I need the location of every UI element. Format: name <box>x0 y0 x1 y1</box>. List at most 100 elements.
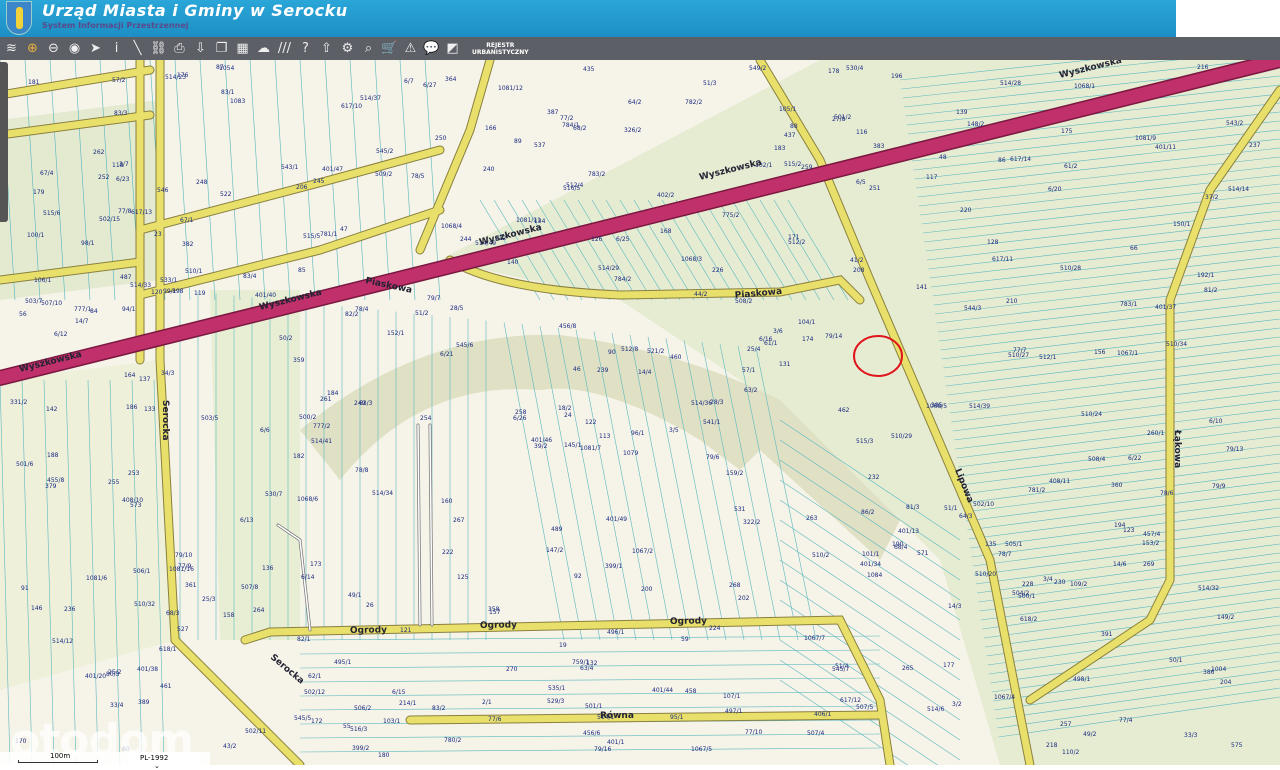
parcel-label[interactable]: 783/1 <box>1120 301 1137 308</box>
parcel-label[interactable]: 141 <box>916 284 928 291</box>
parcel-label[interactable]: 506/2 <box>354 705 371 712</box>
parcel-label[interactable]: 401/20 <box>85 673 106 680</box>
info-icon[interactable]: i <box>107 39 126 58</box>
parcel-label[interactable]: 401/44 <box>652 687 673 694</box>
parcel-label[interactable]: 1067/5 <box>691 746 712 753</box>
parcel-label[interactable]: 216 <box>1197 64 1209 71</box>
parcel-label[interactable]: 230 <box>1054 579 1066 586</box>
parcel-label[interactable]: 541/1 <box>703 419 720 426</box>
parcel-label[interactable]: 269 <box>1143 561 1155 568</box>
parcel-label[interactable]: 460 <box>670 354 682 361</box>
parcel-label[interactable]: 364 <box>445 76 457 83</box>
parcel-label[interactable]: 79/7 <box>427 295 441 302</box>
parcel-label[interactable]: 152/1 <box>387 330 404 337</box>
map-canvas[interactable]: 1079232425/225/42627/828/3108333/334/337… <box>0 60 1280 765</box>
parcel-label[interactable]: 204 <box>1220 679 1232 686</box>
parcel-label[interactable]: 218 <box>1046 742 1058 749</box>
parcel-label[interactable]: 510/27 <box>1008 352 1029 359</box>
parcel-label[interactable]: 456/6 <box>583 730 600 737</box>
parcel-label[interactable]: 435 <box>583 66 595 73</box>
parcel-label[interactable]: 6/12 <box>54 331 68 338</box>
parcel-label[interactable]: 149/2 <box>1217 614 1234 621</box>
parcel-label[interactable]: 24 <box>564 412 572 419</box>
parcel-label[interactable]: 248 <box>196 179 208 186</box>
parcel-label[interactable]: 780/2 <box>444 737 461 744</box>
parcel-label[interactable]: 186 <box>126 404 138 411</box>
parcel-label[interactable]: 510/34 <box>1166 341 1187 348</box>
parcel-label[interactable]: 39/2 <box>534 443 548 450</box>
parcel-label[interactable]: 250 <box>435 135 447 142</box>
parcel-label[interactable]: 545/5 <box>294 715 311 722</box>
settings-icon[interactable]: ⚙ <box>338 39 357 58</box>
parcel-label[interactable]: 34/3 <box>161 370 175 377</box>
parcel-label[interactable]: 389 <box>138 699 150 706</box>
parcel-label[interactable]: 104/1 <box>798 319 815 326</box>
copy-icon[interactable]: ❐ <box>212 39 231 58</box>
parcel-label[interactable]: 402/2 <box>657 192 674 199</box>
parcel-label[interactable]: 510/2 <box>812 552 829 559</box>
parcel-label[interactable]: 514/6 <box>927 706 944 713</box>
parcel-label[interactable]: 83/4 <box>243 273 257 280</box>
upload-icon[interactable]: ⇧ <box>317 39 336 58</box>
parcel-label[interactable]: 116 <box>856 129 868 136</box>
parcel-label[interactable]: 497/1 <box>725 708 742 715</box>
parcel-label[interactable]: 43/2 <box>223 743 237 750</box>
parcel-label[interactable]: 177 <box>943 662 955 669</box>
parcel-label[interactable]: 226 <box>712 267 724 274</box>
chat-icon[interactable]: 💬 <box>422 39 441 58</box>
parcel-label[interactable]: 182 <box>293 453 305 460</box>
parcel-label[interactable]: 28/5 <box>450 305 464 312</box>
parcel-label[interactable]: 515/2 <box>784 161 801 168</box>
parcel-label[interactable]: 331/2 <box>10 399 27 406</box>
parcel-label[interactable]: 262 <box>93 149 105 156</box>
parcel-label[interactable]: 6/14 <box>301 574 315 581</box>
parcel-label[interactable]: 507/8 <box>241 584 258 591</box>
parcel-label[interactable]: 56 <box>19 311 27 318</box>
parcel-label[interactable]: 261 <box>320 396 332 403</box>
parcel-label[interactable]: 385 <box>931 402 943 409</box>
parcel-label[interactable]: 96/1 <box>631 430 645 437</box>
parcel-label[interactable]: 401/11 <box>1155 144 1176 151</box>
parcel-label[interactable]: 140 <box>507 259 519 266</box>
parcel-label[interactable]: 575 <box>1231 742 1243 749</box>
parcel-label[interactable]: 78/8 <box>355 467 369 474</box>
parcel-label[interactable]: 253 <box>128 470 140 477</box>
parcel-label[interactable]: 89 <box>514 138 522 145</box>
search-icon[interactable]: ⌕ <box>359 39 378 58</box>
parcel-label[interactable]: 6/5 <box>856 179 866 186</box>
parcel-label[interactable]: 512/8 <box>621 346 638 353</box>
parcel-label[interactable]: 79/14 <box>825 333 842 340</box>
parcel-label[interactable]: 46 <box>573 366 581 373</box>
parcel-label[interactable]: 6/21 <box>440 351 454 358</box>
parcel-label[interactable]: 514/23 <box>165 74 186 81</box>
urban-register-button[interactable]: REJESTRURBANISTYCZNY <box>472 42 529 56</box>
parcel-label[interactable]: 514/37 <box>360 95 381 102</box>
parcel-label[interactable]: 386 <box>1203 669 1215 676</box>
parcel-label[interactable]: 178 <box>828 68 840 75</box>
parcel-label[interactable]: 26 <box>366 602 374 609</box>
parcel-label[interactable]: 2/1 <box>482 699 492 706</box>
parcel-label[interactable]: 106/1 <box>34 277 51 284</box>
parcel-label[interactable]: 81/2 <box>1204 287 1218 294</box>
layout-icon[interactable]: ▦ <box>233 39 252 58</box>
parcel-label[interactable]: 19 <box>559 642 567 649</box>
parcel-label[interactable]: 514/32 <box>1198 585 1219 592</box>
parcel-label[interactable]: 63/2 <box>744 387 758 394</box>
parcel-label[interactable]: 228 <box>1022 581 1034 588</box>
parcel-label[interactable]: 326/2 <box>624 127 641 134</box>
parcel-label[interactable]: 571 <box>917 550 929 557</box>
parcel-label[interactable]: 500/2 <box>299 414 316 421</box>
parcel-label[interactable]: 496/1 <box>607 629 624 636</box>
parcel-label[interactable]: 6/10 <box>1209 418 1223 425</box>
parcel-label[interactable]: 133 <box>144 406 156 413</box>
parcel-label[interactable]: 117 <box>926 174 938 181</box>
parcel-label[interactable]: 100/1 <box>27 232 44 239</box>
parcel-label[interactable]: 617/13 <box>131 209 152 216</box>
parcel-label[interactable]: 510/28 <box>1060 265 1081 272</box>
cloud-icon[interactable]: ☁ <box>254 39 273 58</box>
parcel-label[interactable]: 515/5 <box>303 233 320 240</box>
parcel-label[interactable]: 521/2 <box>647 348 664 355</box>
parcel-label[interactable]: 401/1 <box>607 739 624 746</box>
measure-line-icon[interactable]: ╲ <box>128 39 147 58</box>
parcel-label[interactable]: 514/36 <box>691 400 712 407</box>
